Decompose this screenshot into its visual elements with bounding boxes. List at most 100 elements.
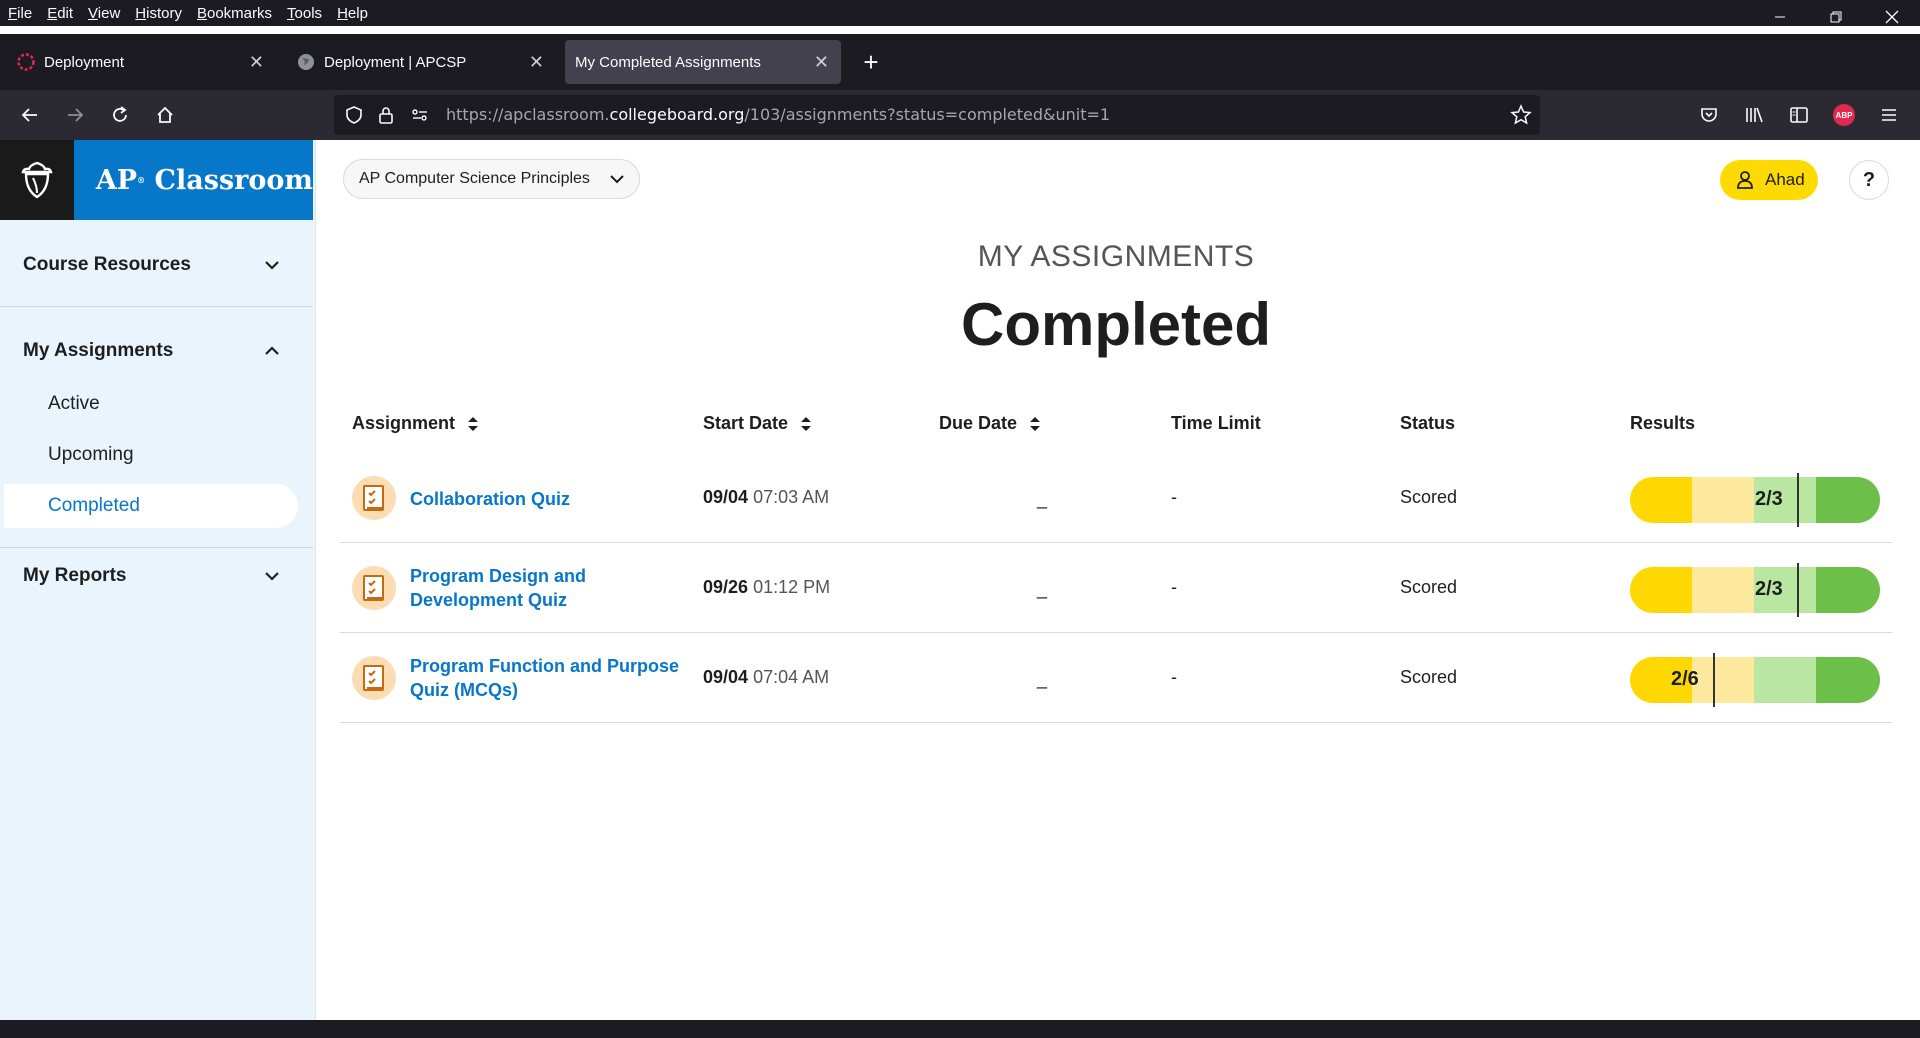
- tab-label: Deployment | APCSP: [324, 53, 467, 71]
- user-menu-button[interactable]: Ahad: [1720, 160, 1818, 200]
- close-window-button[interactable]: [1864, 0, 1920, 34]
- score-segment: [1816, 657, 1880, 703]
- abp-icon: ABP: [1833, 104, 1855, 126]
- my-reports-toggle[interactable]: My Reports: [0, 533, 313, 619]
- menu-file[interactable]: File: [8, 5, 32, 22]
- sidebar-button[interactable]: [1783, 99, 1815, 131]
- new-tab-button[interactable]: +: [856, 40, 886, 84]
- column-header-assignment[interactable]: Assignment: [352, 413, 479, 434]
- forward-arrow-icon: [68, 108, 84, 122]
- library-icon: [1746, 107, 1763, 123]
- status-text: Scored: [1400, 577, 1458, 597]
- chevron-down-icon: [265, 261, 279, 270]
- score-segment: [1816, 567, 1880, 613]
- table-row: Program Function and Purpose Quiz (MCQs) …: [340, 633, 1892, 723]
- tab-close-icon[interactable]: ✕: [814, 52, 829, 73]
- window-controls: [1752, 0, 1920, 34]
- score-marker: [1797, 563, 1799, 617]
- assignment-link[interactable]: Program Function and Purpose Quiz (MCQs): [410, 654, 680, 702]
- menu-history[interactable]: History: [135, 5, 182, 22]
- assignment-link[interactable]: Collaboration Quiz: [410, 487, 680, 511]
- menu-edit[interactable]: Edit: [47, 5, 73, 22]
- tab-deployment[interactable]: Deployment ✕: [4, 40, 276, 84]
- start-date: 09/26 01:12 PM: [703, 577, 831, 597]
- column-header-status: Status: [1400, 413, 1456, 433]
- time-limit: -: [1171, 667, 1177, 687]
- back-button[interactable]: [14, 99, 46, 131]
- column-header-time-limit: Time Limit: [1171, 413, 1261, 433]
- tab-close-icon[interactable]: ✕: [529, 52, 544, 73]
- sidebar-item-upcoming[interactable]: Upcoming: [48, 444, 134, 466]
- course-resources-label: Course Resources: [23, 254, 191, 275]
- column-header-start-date[interactable]: Start Date: [703, 413, 812, 434]
- quiz-checklist-icon: [352, 476, 396, 520]
- score-bar[interactable]: [1630, 657, 1880, 703]
- score-segment: [1630, 567, 1692, 613]
- my-assignments-toggle[interactable]: My Assignments: [0, 308, 313, 394]
- status-text: Scored: [1400, 487, 1458, 507]
- column-header-label: Assignment: [352, 413, 456, 433]
- reload-button[interactable]: [104, 99, 136, 131]
- page-eyebrow: MY ASSIGNMENTS: [977, 240, 1255, 273]
- library-button[interactable]: [1738, 99, 1770, 131]
- app-menu-button[interactable]: [1873, 99, 1905, 131]
- my-reports-label: My Reports: [23, 565, 127, 586]
- menu-help[interactable]: Help: [337, 5, 368, 22]
- assignment-link[interactable]: Program Design and Development Quiz: [410, 564, 680, 612]
- course-resources-toggle[interactable]: Course Resources: [0, 222, 313, 308]
- bookmark-star-icon[interactable]: [1510, 104, 1532, 126]
- minimize-icon: [1775, 16, 1785, 18]
- tab-close-icon[interactable]: ✕: [249, 52, 264, 73]
- home-icon: [157, 106, 173, 123]
- user-icon: [1737, 171, 1753, 189]
- status-text: Scored: [1400, 667, 1458, 687]
- time-limit: -: [1171, 487, 1177, 507]
- menu-bookmarks[interactable]: Bookmarks: [197, 5, 272, 22]
- score-segment: [1692, 657, 1754, 703]
- column-header-due-date[interactable]: Due Date: [939, 413, 1041, 434]
- forward-button[interactable]: [59, 99, 91, 131]
- my-assignments-label: My Assignments: [23, 340, 174, 361]
- page-title: Completed: [960, 291, 1272, 358]
- sort-icon: [468, 416, 479, 431]
- menu-view[interactable]: View: [88, 5, 120, 22]
- score-segment: [1630, 477, 1692, 523]
- sidebar-item-active[interactable]: Active: [48, 393, 100, 415]
- start-date: 09/04 07:04 AM: [703, 667, 830, 687]
- tab-completed-assignments[interactable]: My Completed Assignments ✕: [565, 40, 841, 84]
- table-row: Collaboration Quiz 09/04 07:03 AM _ - Sc…: [340, 453, 1892, 543]
- home-button[interactable]: [149, 99, 181, 131]
- menu-bar: File Edit View History Bookmarks Tools H…: [0, 0, 1920, 26]
- course-selector[interactable]: AP Computer Science Principles: [343, 159, 640, 199]
- column-header-label: Start Date: [703, 413, 789, 433]
- url-bar[interactable]: https://apclassroom.collegeboard.org/103…: [334, 95, 1540, 135]
- restore-icon: [1830, 11, 1842, 23]
- os-taskbar: [0, 1020, 1920, 1038]
- pocket-icon: [1701, 108, 1717, 122]
- chevron-down-icon: [265, 572, 279, 581]
- score-segment: [1816, 477, 1880, 523]
- score-label: 2/3: [1755, 488, 1783, 510]
- table-row: Program Design and Development Quiz 09/26…: [340, 543, 1892, 633]
- reload-icon: [113, 106, 127, 122]
- column-header-results: Results: [1630, 413, 1696, 433]
- quiz-checklist-icon: [352, 566, 396, 610]
- menu-tools[interactable]: Tools: [287, 5, 322, 22]
- sidebar-item-completed[interactable]: Completed: [4, 484, 298, 528]
- brand-header[interactable]: AP ® Classroom: [0, 140, 313, 220]
- due-date: _: [1037, 579, 1048, 599]
- shield-icon: [346, 106, 362, 124]
- back-arrow-icon: [21, 108, 37, 122]
- help-button[interactable]: ?: [1849, 160, 1889, 200]
- tab-deployment-apcsp[interactable]: Deployment | APCSP ✕: [284, 40, 556, 84]
- sort-icon: [801, 416, 812, 431]
- pocket-button[interactable]: [1693, 99, 1725, 131]
- column-header-label: Due Date: [939, 413, 1018, 433]
- adblock-button[interactable]: ABP: [1828, 99, 1860, 131]
- start-date: 09/04 07:03 AM: [703, 487, 830, 507]
- restore-button[interactable]: [1808, 0, 1864, 34]
- navigation-bar: https://apclassroom.collegeboard.org/103…: [0, 90, 1920, 140]
- minimize-button[interactable]: [1752, 0, 1808, 34]
- sidebar-icon: [1790, 107, 1808, 123]
- score-segment: [1754, 657, 1816, 703]
